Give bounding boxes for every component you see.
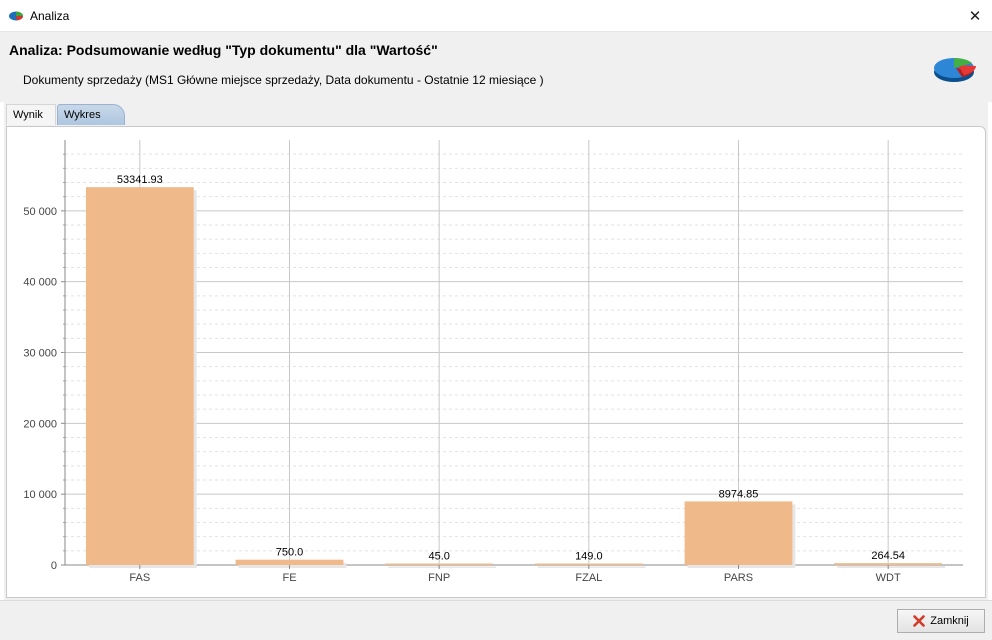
x-tick-label: FZAL: [575, 572, 602, 584]
close-dialog-button[interactable]: Zamknij: [897, 609, 985, 633]
x-tick-label: FAS: [129, 572, 150, 584]
y-tick-label: 30 000: [23, 348, 57, 360]
y-tick-label: 40 000: [23, 277, 57, 289]
close-dialog-label: Zamknij: [930, 615, 969, 627]
x-tick-label: FNP: [428, 572, 450, 584]
app-icon: [9, 11, 23, 21]
tab-wynik[interactable]: Wynik: [6, 104, 56, 125]
bar-fe: [235, 559, 344, 565]
bar-chart: 0 10 000 20 000 30 000 40 000 50 000 53341.93 F…: [23, 140, 963, 584]
y-tick-label: 0: [51, 560, 57, 572]
x-tick-label: WDT: [876, 572, 901, 584]
bar-shadow: [837, 566, 946, 568]
bar-fzal: [534, 563, 643, 565]
analysis-subtitle: Dokumenty sprzedaży (MS1 Główne miejsce …: [23, 73, 544, 87]
bar-fas: [85, 187, 194, 566]
bar-wdt: [834, 563, 943, 565]
bar-pars: [684, 501, 793, 565]
bar-fnp: [385, 563, 494, 565]
analysis-panel: Wynik Wykres 0 10 000 20 000 30 000 40 000 50…: [4, 102, 988, 600]
data-label: 149.0: [575, 551, 603, 563]
y-tick-label: 10 000: [23, 489, 57, 501]
cross-icon: [913, 615, 926, 627]
bar-shadow: [388, 566, 497, 568]
window-titlebar: Analiza ✕: [0, 0, 992, 32]
x-tick-label: PARS: [724, 572, 753, 584]
data-label: 53341.93: [117, 174, 163, 186]
x-tick-label: FE: [282, 572, 296, 584]
analysis-header: Analiza: Podsumowanie według "Typ dokume…: [0, 32, 992, 102]
analysis-title: Analiza: Podsumowanie według "Typ dokume…: [9, 42, 438, 58]
y-tick-label: 50 000: [23, 206, 57, 218]
bar-shadow: [537, 566, 646, 568]
pie-chart-icon: [934, 57, 976, 82]
y-tick-label: 20 000: [23, 418, 57, 430]
dialog-footer: Zamknij: [0, 600, 992, 640]
window-close-button[interactable]: ✕: [958, 0, 992, 31]
chart-area: 0 10 000 20 000 30 000 40 000 50 000 53341.93 F…: [6, 126, 986, 598]
data-label: 750.0: [276, 547, 304, 559]
tab-wykres[interactable]: Wykres: [57, 104, 125, 125]
window-title: Analiza: [30, 9, 70, 23]
data-label: 45.0: [428, 551, 449, 563]
close-icon: ✕: [968, 7, 982, 25]
data-label: 8974.85: [719, 488, 759, 500]
data-label: 264.54: [871, 550, 905, 562]
